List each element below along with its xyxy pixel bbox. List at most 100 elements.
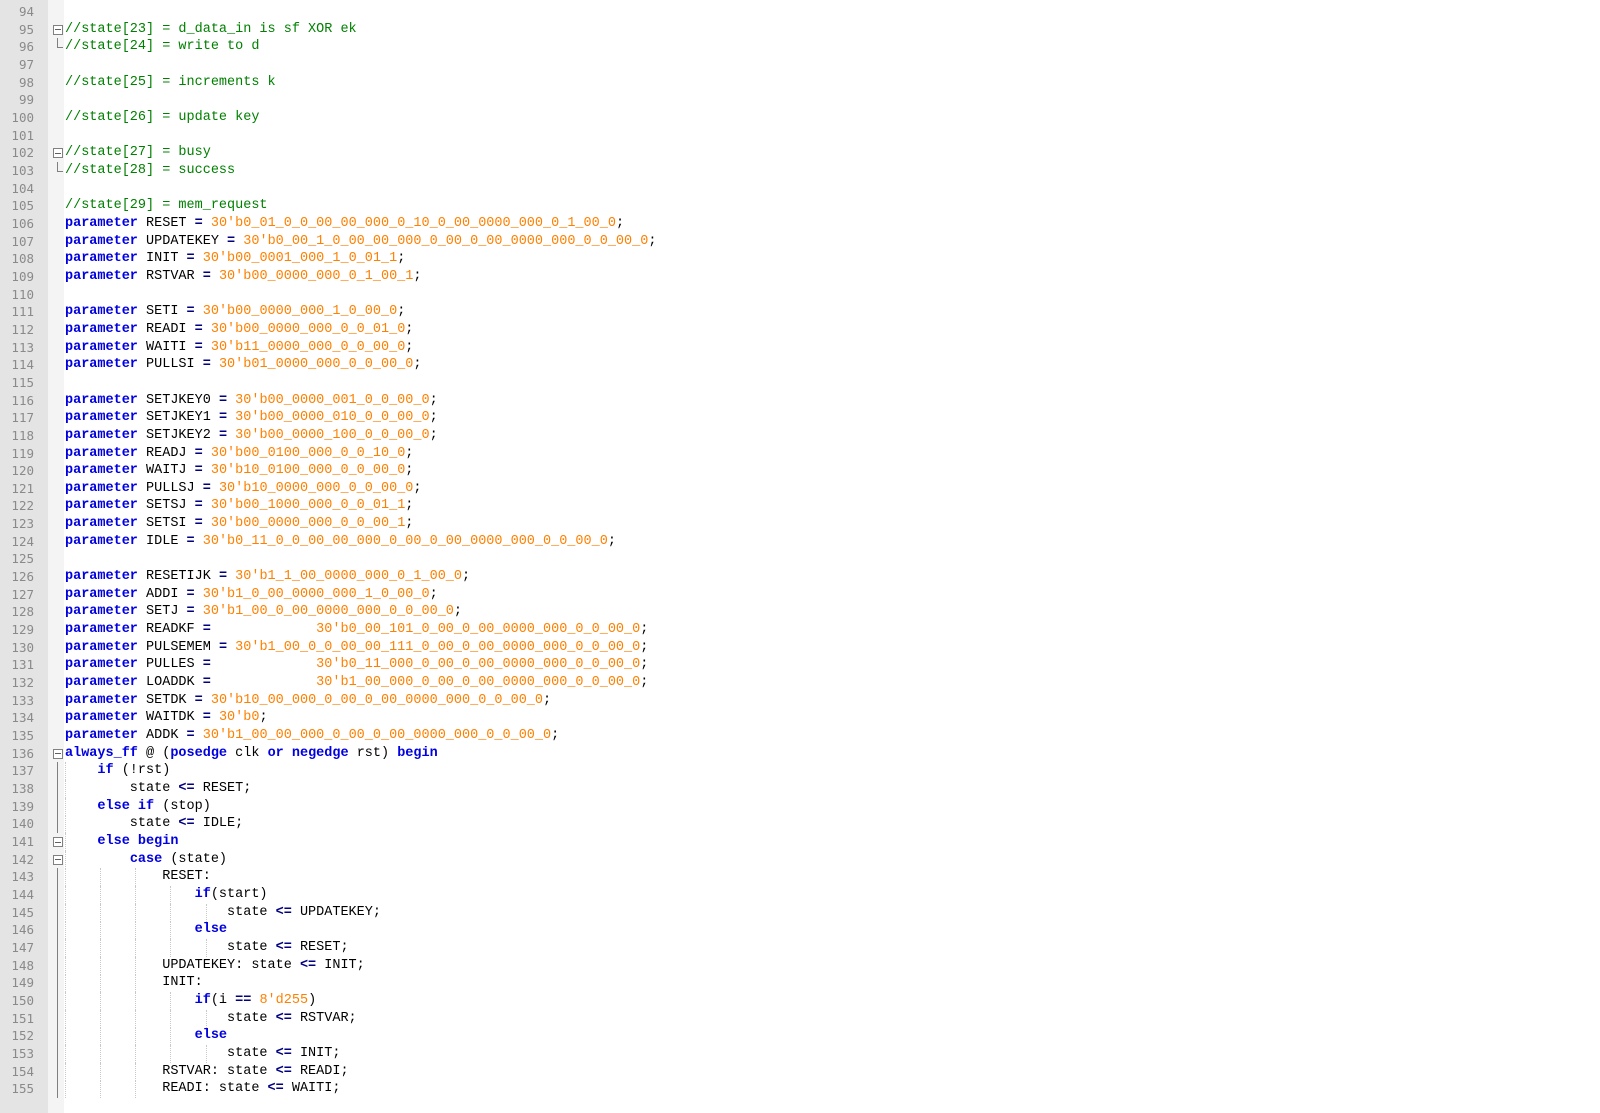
code-line[interactable]: 146 else bbox=[0, 921, 1600, 940]
code-editor[interactable]: 94 95 //state[23] = d_data_in is sf XOR ek… bbox=[0, 0, 1600, 1113]
code-token: ; bbox=[640, 657, 649, 673]
code-line[interactable]: 155 READI: state <= WAITI; bbox=[0, 1080, 1600, 1099]
keyword-token: parameter bbox=[65, 692, 138, 708]
code-line[interactable]: 103 //state[28] = success bbox=[0, 161, 1600, 180]
code-line[interactable]: 120 parameter WAITJ = 30'b10_0100_000_0_0… bbox=[0, 462, 1600, 480]
code-text: parameter UPDATEKEY = 30'b0_00_1_0_00_00… bbox=[65, 233, 656, 251]
code-line[interactable]: 97 bbox=[0, 56, 1600, 74]
keyword-token: if bbox=[97, 763, 114, 779]
code-line[interactable]: 138 state <= RESET; bbox=[0, 780, 1600, 799]
fold-toggle-icon[interactable] bbox=[53, 854, 63, 865]
code-line[interactable]: 141 else begin bbox=[0, 833, 1600, 852]
code-line[interactable]: 104 bbox=[0, 180, 1600, 198]
code-line[interactable]: 133 parameter SETDK = 30'b10_00_000_0_00_… bbox=[0, 692, 1600, 710]
code-line[interactable]: 145 state <= UPDATEKEY; bbox=[0, 903, 1600, 922]
code-line[interactable]: 110 bbox=[0, 286, 1600, 304]
code-line[interactable]: 118 parameter SETJKEY2 = 30'b00_0000_100_… bbox=[0, 427, 1600, 445]
code-line[interactable]: 136 always_ff @ (posedge clk or negedge r… bbox=[0, 745, 1600, 763]
operator-token: = bbox=[194, 321, 203, 337]
code-line[interactable]: 98 //state[25] = increments k bbox=[0, 74, 1600, 92]
code-line[interactable]: 150 if(i == 8'd255) bbox=[0, 991, 1600, 1010]
code-line[interactable]: 94 bbox=[0, 3, 1600, 21]
code-line[interactable]: 124 parameter IDLE = 30'b0_11_0_0_00_00_0… bbox=[0, 533, 1600, 551]
keyword-token: case bbox=[129, 851, 163, 867]
fold-toggle-icon[interactable] bbox=[53, 748, 63, 759]
code-line[interactable]: 107 parameter UPDATEKEY = 30'b0_00_1_0_00… bbox=[0, 233, 1600, 251]
keyword-token: else begin bbox=[97, 834, 179, 850]
code-line[interactable]: 125 bbox=[0, 550, 1600, 568]
code-text: parameter READKF = 30'b0_00_101_0_00_0_0… bbox=[65, 621, 648, 639]
code-line[interactable]: 137 if (!rst) bbox=[0, 762, 1600, 781]
code-line[interactable]: 101 bbox=[0, 127, 1600, 145]
code-token: UPDATEKEY; bbox=[291, 904, 381, 920]
code-line[interactable]: 100 //state[26] = update key bbox=[0, 109, 1600, 127]
code-line[interactable]: 132 parameter LOADDK = 30'b1_00_000_0_00_… bbox=[0, 674, 1600, 692]
code-line[interactable]: 142 case (state) bbox=[0, 850, 1600, 869]
code-line[interactable]: 119 parameter READJ = 30'b00_0100_000_0_0… bbox=[0, 445, 1600, 463]
line-number: 127 bbox=[11, 586, 34, 602]
code-line[interactable]: 115 bbox=[0, 374, 1600, 392]
code-line[interactable]: 135 parameter ADDK = 30'b1_00_00_000_0_00… bbox=[0, 727, 1600, 745]
code-line[interactable]: 109 parameter RSTVAR = 30'b00_0000_000_0_… bbox=[0, 268, 1600, 286]
fold-toggle-icon[interactable] bbox=[53, 24, 63, 35]
code-line[interactable]: 149 INIT: bbox=[0, 974, 1600, 993]
comment-token: //state[25] = increments k bbox=[65, 74, 276, 90]
fold-toggle-icon[interactable] bbox=[53, 837, 63, 848]
code-line[interactable]: 117 parameter SETJKEY1 = 30'b00_0000_010_… bbox=[0, 409, 1600, 427]
code-line[interactable]: 144 if(start) bbox=[0, 886, 1600, 904]
code-line[interactable]: 112 parameter READI = 30'b00_0000_000_0_0… bbox=[0, 321, 1600, 339]
code-token: READKF bbox=[137, 622, 203, 638]
code-line[interactable]: 131 parameter PULLES = 30'b0_11_000_0_00_… bbox=[0, 656, 1600, 674]
code-line[interactable]: 143 RESET: bbox=[0, 868, 1600, 887]
code-line[interactable]: 96 //state[24] = write to d bbox=[0, 38, 1600, 56]
code-text: parameter PULSEMEM = 30'b1_00_0_0_00_00_… bbox=[65, 639, 648, 657]
code-line[interactable]: 148 UPDATEKEY: state <= INIT; bbox=[0, 956, 1600, 975]
code-line[interactable]: 134 parameter WAITDK = 30'b0; bbox=[0, 709, 1600, 727]
code-line[interactable]: 127 parameter ADDI = 30'b1_0_00_0000_000_… bbox=[0, 586, 1600, 604]
code-line[interactable]: 147 state <= RESET; bbox=[0, 938, 1600, 957]
code-line[interactable]: 105 //state[29] = mem_request bbox=[0, 197, 1600, 215]
code-line[interactable]: 116 parameter SETJKEY0 = 30'b00_0000_001_… bbox=[0, 392, 1600, 410]
code-line[interactable]: 122 parameter SETSJ = 30'b00_1000_000_0_0… bbox=[0, 497, 1600, 515]
code-line[interactable]: 114 parameter PULLSI = 30'b01_0000_000_0_… bbox=[0, 356, 1600, 374]
code-token: INIT; bbox=[316, 957, 365, 973]
code-line[interactable]: 95 //state[23] = d_data_in is sf XOR ek bbox=[0, 21, 1600, 39]
code-token: @ ( bbox=[137, 745, 171, 761]
keyword-token: parameter bbox=[65, 604, 138, 620]
code-line[interactable]: 139 else if (stop) bbox=[0, 797, 1600, 816]
indent-guide bbox=[65, 886, 67, 904]
code-line[interactable]: 153 state <= INIT; bbox=[0, 1044, 1600, 1063]
code-line[interactable]: 111 parameter SETI = 30'b00_0000_000_1_0_… bbox=[0, 303, 1600, 321]
code-line[interactable]: 106 parameter RESET = 30'b0_01_0_0_00_00_… bbox=[0, 215, 1600, 233]
code-line[interactable]: 126 parameter RESETIJK = 30'b1_1_00_0000_… bbox=[0, 568, 1600, 586]
code-line[interactable]: 102 //state[27] = busy bbox=[0, 144, 1600, 162]
code-line[interactable]: 129 parameter READKF = 30'b0_00_101_0_00_… bbox=[0, 621, 1600, 639]
code-line[interactable]: 140 state <= IDLE; bbox=[0, 815, 1600, 834]
code-line[interactable]: 108 parameter INIT = 30'b00_0001_000_1_0_… bbox=[0, 250, 1600, 268]
indent-guide bbox=[135, 1080, 137, 1099]
code-line[interactable]: 113 parameter WAITI = 30'b11_0000_000_0_0… bbox=[0, 339, 1600, 357]
code-token: (stop) bbox=[154, 798, 211, 814]
indent-guide bbox=[100, 886, 102, 904]
fold-toggle-icon[interactable] bbox=[53, 148, 63, 159]
code-line[interactable]: 151 state <= RSTVAR; bbox=[0, 1009, 1600, 1028]
indent-guide bbox=[135, 886, 137, 904]
code-line[interactable]: 123 parameter SETSI = 30'b00_0000_000_0_0… bbox=[0, 515, 1600, 533]
line-number: 120 bbox=[11, 463, 34, 479]
code-line[interactable]: 121 parameter PULLSJ = 30'b10_0000_000_0_… bbox=[0, 480, 1600, 498]
code-token: ; bbox=[543, 692, 552, 708]
code-line[interactable]: 128 parameter SETJ = 30'b1_00_0_00_0000_0… bbox=[0, 603, 1600, 621]
code-text: parameter RSTVAR = 30'b00_0000_000_0_1_0… bbox=[65, 268, 422, 286]
indent-guide bbox=[135, 1062, 137, 1081]
code-line[interactable]: 130 parameter PULSEMEM = 30'b1_00_0_0_00_… bbox=[0, 639, 1600, 657]
code-line[interactable]: 99 bbox=[0, 91, 1600, 109]
line-number: 142 bbox=[11, 851, 34, 867]
code-token: ) bbox=[308, 992, 317, 1008]
code-token: ; bbox=[429, 392, 438, 408]
code-line[interactable]: 154 RSTVAR: state <= READI; bbox=[0, 1062, 1600, 1081]
fold-range-line bbox=[57, 903, 58, 922]
indent-guide bbox=[135, 1009, 137, 1028]
code-line[interactable]: 152 else bbox=[0, 1027, 1600, 1046]
